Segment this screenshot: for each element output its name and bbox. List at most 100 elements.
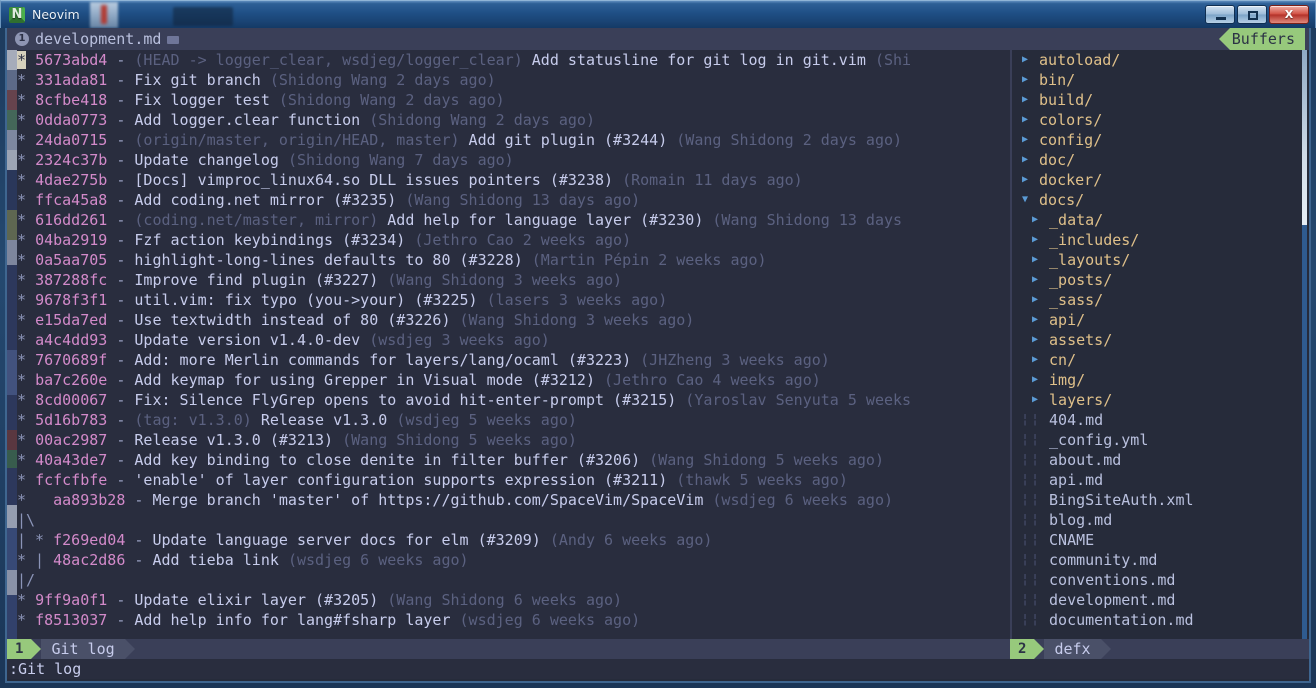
tree-dir-item[interactable]: ▶ img/ xyxy=(1020,370,1299,390)
window-title: Neovim xyxy=(32,7,80,22)
indent-guide: ¦ xyxy=(1031,492,1039,507)
commit-dash: - xyxy=(107,131,135,149)
tree-gap xyxy=(1040,390,1049,410)
tree-dir-item[interactable]: ▶ assets/ xyxy=(1020,330,1299,350)
indent-guide: ¦ xyxy=(1031,612,1039,627)
tree-gap xyxy=(1040,310,1049,330)
tree-dir-item[interactable]: ▶ colors/ xyxy=(1020,110,1299,130)
chevron-right-icon[interactable]: ▶ xyxy=(1030,310,1040,330)
chevron-right-icon[interactable]: ▶ xyxy=(1030,350,1040,370)
maximize-button[interactable] xyxy=(1237,5,1267,24)
tab-development-md[interactable]: 1 development.md xyxy=(7,28,190,50)
tree-dir-item[interactable]: ▶ bin/ xyxy=(1020,70,1299,90)
tree-dir-item[interactable]: ▶ _data/ xyxy=(1020,210,1299,230)
tree-dir-item[interactable]: ▼ docs/ xyxy=(1020,190,1299,210)
git-log-line: * ba7c260e - Add keymap for using Greppe… xyxy=(17,370,1010,390)
tree-file-name: about.md xyxy=(1049,451,1122,469)
tree-file-item[interactable]: ¦ ¦ 404.md xyxy=(1020,410,1299,430)
chevron-right-icon[interactable]: ▶ xyxy=(1020,170,1030,190)
commit-hash: ba7c260e xyxy=(35,371,108,389)
tree-file-item[interactable]: ¦ ¦ CNAME xyxy=(1020,530,1299,550)
tree-dir-name: config/ xyxy=(1039,131,1103,149)
tree-dir-item[interactable]: ▶ autoload/ xyxy=(1020,50,1299,70)
chevron-right-icon[interactable]: ▶ xyxy=(1020,110,1030,130)
tree-dir-item[interactable]: ▶ _posts/ xyxy=(1020,270,1299,290)
tree-file-item[interactable]: ¦ ¦ _config.yml xyxy=(1020,430,1299,450)
tree-dir-item[interactable]: ▶ _layouts/ xyxy=(1020,250,1299,270)
commit-meta: (Wang Shidong 2 days ago) xyxy=(676,131,903,149)
tree-file-item[interactable]: ¦ ¦ development.md xyxy=(1020,590,1299,610)
graph-marker: * xyxy=(17,171,36,189)
file-tree-list: ▶ autoload/▶ bin/▶ build/▶ colors/▶ conf… xyxy=(1020,50,1299,630)
commit-refs: (coding.net/master, mirror) xyxy=(134,211,388,229)
tree-file-item[interactable]: ¦ ¦ BingSiteAuth.xml xyxy=(1020,490,1299,510)
command-line[interactable]: :Git log xyxy=(7,659,1309,679)
tree-dir-item[interactable]: ▶ cn/ xyxy=(1020,350,1299,370)
tree-file-item[interactable]: ¦ ¦ about.md xyxy=(1020,450,1299,470)
commit-subject: Add logger.clear function xyxy=(134,111,370,129)
chevron-right-icon[interactable]: ▶ xyxy=(1020,130,1030,150)
chevron-right-icon[interactable]: ▶ xyxy=(1030,270,1040,290)
chevron-right-icon[interactable]: ▶ xyxy=(1030,330,1040,350)
tree-file-item[interactable]: ¦ ¦ api.md xyxy=(1020,470,1299,490)
tree-dir-item[interactable]: ▶ docker/ xyxy=(1020,170,1299,190)
tree-dir-item[interactable]: ▶ _sass/ xyxy=(1020,290,1299,310)
graph-marker: * xyxy=(17,191,36,209)
chevron-right-icon[interactable]: ▶ xyxy=(1020,150,1030,170)
commit-subject: Add tieba link xyxy=(152,551,288,569)
tree-gap xyxy=(1030,150,1039,170)
graph-marker: * | xyxy=(17,551,54,569)
modified-icon xyxy=(167,36,180,44)
tree-file-name: documentation.md xyxy=(1049,611,1194,629)
commit-dash: - xyxy=(107,431,135,449)
indent-guide: ¦ xyxy=(1021,452,1029,467)
tree-gap xyxy=(1040,290,1049,310)
commit-dash: - xyxy=(107,211,135,229)
indent-guide: ¦ xyxy=(1031,592,1039,607)
tree-dir-item[interactable]: ▶ _includes/ xyxy=(1020,230,1299,250)
chevron-right-icon[interactable]: ▶ xyxy=(1030,290,1040,310)
git-log-line: * 04ba2919 - Fzf action keybindings (#32… xyxy=(17,230,1010,250)
tree-dir-item[interactable]: ▶ build/ xyxy=(1020,90,1299,110)
commit-hash: 24da0715 xyxy=(35,131,108,149)
tree-gap xyxy=(1040,250,1049,270)
chevron-right-icon[interactable]: ▶ xyxy=(1020,50,1030,70)
chevron-down-icon[interactable]: ▼ xyxy=(1020,190,1030,210)
tabline-buffers-section[interactable]: Buffers xyxy=(1218,28,1305,50)
commit-subject: Improve find plugin (#3227) xyxy=(134,271,388,289)
tree-dir-item[interactable]: ▶ layers/ xyxy=(1020,390,1299,410)
tree-file-item[interactable]: ¦ ¦ blog.md xyxy=(1020,510,1299,530)
chevron-right-icon[interactable]: ▶ xyxy=(1030,210,1040,230)
tree-file-item[interactable]: ¦ ¦ conventions.md xyxy=(1020,570,1299,590)
git-log-pane[interactable]: * 5673abd4 - (HEAD -> logger_clear, wsdj… xyxy=(7,50,1010,639)
commit-dash: - xyxy=(107,351,135,369)
tree-file-item[interactable]: ¦ ¦ documentation.md xyxy=(1020,610,1299,630)
defx-file-tree-pane[interactable]: ▶ autoload/▶ bin/▶ build/▶ colors/▶ conf… xyxy=(1012,50,1309,639)
indent-guide: ¦ xyxy=(1021,432,1029,447)
graph-marker: * xyxy=(17,371,36,389)
git-log-line: * 331ada81 - Fix git branch (Shidong Wan… xyxy=(17,70,1010,90)
tree-dir-item[interactable]: ▶ api/ xyxy=(1020,310,1299,330)
graph-marker: * xyxy=(17,311,36,329)
commit-dash: - xyxy=(107,151,135,169)
tree-dir-item[interactable]: ▶ config/ xyxy=(1020,130,1299,150)
chevron-right-icon[interactable]: ▶ xyxy=(1030,370,1040,390)
chevron-right-icon[interactable]: ▶ xyxy=(1030,230,1040,250)
commit-hash: a4c4dd93 xyxy=(35,331,108,349)
chevron-right-icon[interactable]: ▶ xyxy=(1020,70,1030,90)
scrollbar-thumb[interactable] xyxy=(1302,50,1307,225)
minimize-button[interactable] xyxy=(1205,5,1235,24)
tree-gap xyxy=(1040,370,1049,390)
tree-dir-item[interactable]: ▶ doc/ xyxy=(1020,150,1299,170)
git-log-line: * aa893b28 - Merge branch 'master' of ht… xyxy=(17,490,1010,510)
tree-dir-name: _includes/ xyxy=(1049,231,1140,249)
chevron-right-icon[interactable]: ▶ xyxy=(1020,90,1030,110)
graph-marker: * xyxy=(17,231,36,249)
chevron-right-icon[interactable]: ▶ xyxy=(1030,250,1040,270)
tree-file-item[interactable]: ¦ ¦ community.md xyxy=(1020,550,1299,570)
indent-guide xyxy=(1020,370,1030,390)
close-button[interactable]: X xyxy=(1269,5,1309,24)
graph-marker: |\ xyxy=(17,511,36,529)
right-scrollbar[interactable] xyxy=(1302,50,1307,639)
chevron-right-icon[interactable]: ▶ xyxy=(1030,390,1040,410)
